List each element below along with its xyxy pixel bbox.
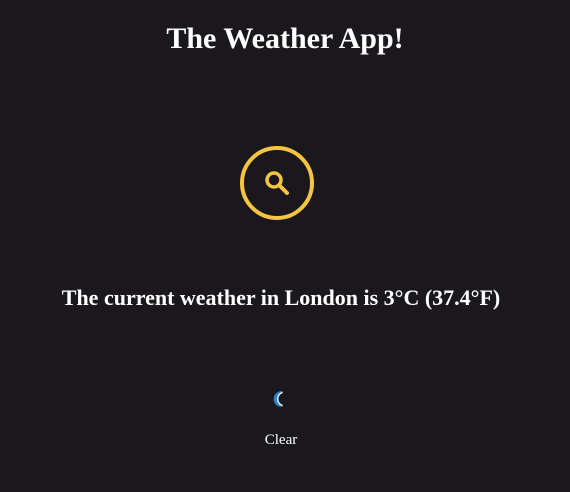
weather-condition-label: Clear — [264, 432, 298, 448]
weather-summary: The current weather in London is 3°C (37… — [61, 285, 501, 310]
page-title: The Weather App! — [166, 22, 404, 55]
search-button[interactable] — [240, 146, 314, 220]
search-icon — [265, 171, 289, 195]
moon-icon — [273, 391, 284, 407]
weather-app: The Weather App! The current weather in … — [0, 0, 570, 492]
